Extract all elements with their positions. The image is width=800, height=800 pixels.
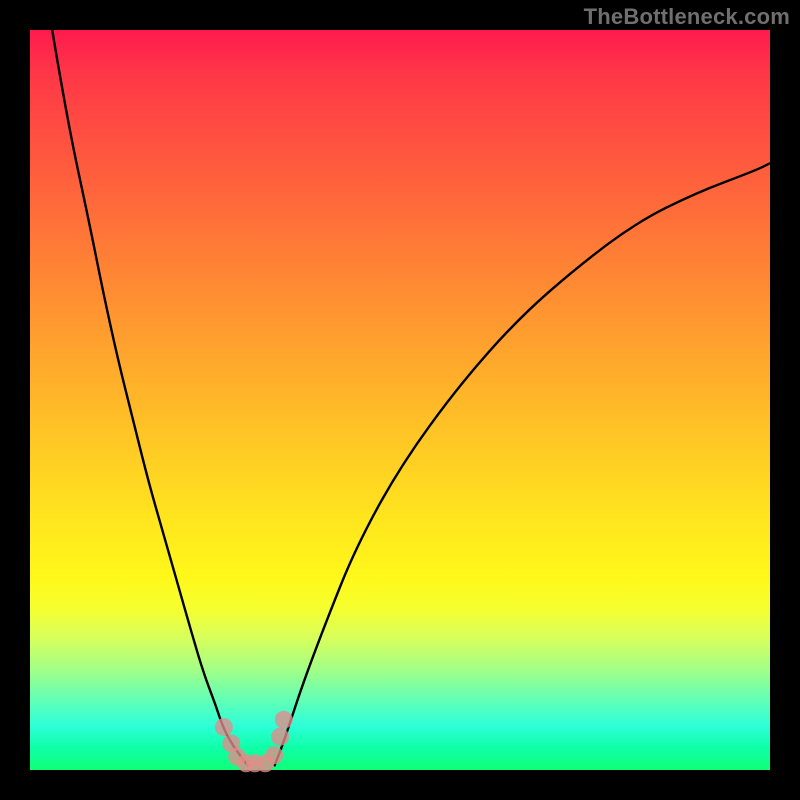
chart-frame: TheBottleneck.com — [0, 0, 800, 800]
data-marker — [215, 718, 233, 736]
attribution-text: TheBottleneck.com — [584, 4, 790, 30]
curve-left — [52, 30, 248, 766]
marker-group — [215, 711, 293, 773]
plot-area — [30, 30, 770, 770]
chart-svg — [30, 30, 770, 770]
curve-right — [274, 163, 770, 766]
data-marker — [265, 746, 283, 764]
data-marker — [271, 728, 289, 746]
data-marker — [275, 711, 293, 729]
